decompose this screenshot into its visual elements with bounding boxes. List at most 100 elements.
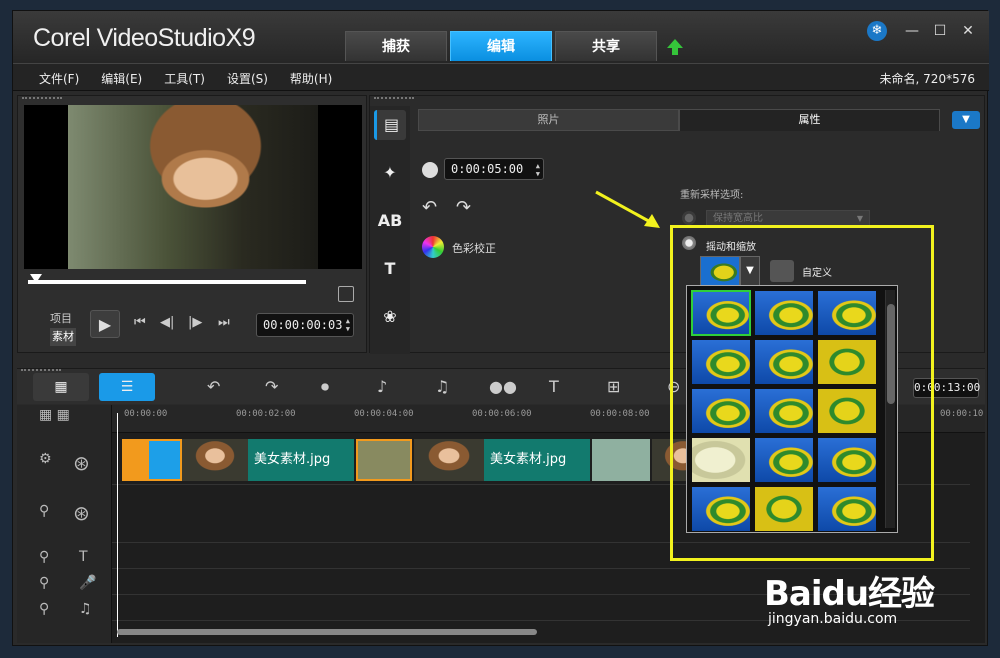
menu-tools[interactable]: 工具(T) bbox=[164, 70, 205, 87]
rotate-right-icon[interactable]: ↷ bbox=[456, 197, 471, 218]
preset-thumbnail[interactable] bbox=[691, 388, 751, 434]
preset-thumbnail[interactable] bbox=[817, 486, 877, 532]
photo-clip[interactable] bbox=[414, 439, 484, 481]
title-bar: Corel VideoStudioX9 捕获 编辑 共享 ❄ — ☐ ✕ bbox=[13, 11, 989, 63]
subtitle-editor-icon[interactable]: T bbox=[549, 377, 559, 396]
preset-thumbnail[interactable] bbox=[817, 290, 877, 336]
preset-thumbnail[interactable] bbox=[754, 388, 814, 434]
transition-icon[interactable]: AB bbox=[374, 206, 406, 236]
preset-thumbnail[interactable] bbox=[754, 339, 814, 385]
go-start-icon[interactable]: ⏮ bbox=[134, 315, 146, 330]
undo-icon[interactable]: ↶ bbox=[207, 377, 220, 396]
timecode-spinner-icon[interactable]: ▲ ▼ bbox=[346, 317, 350, 333]
upload-arrow-icon[interactable] bbox=[665, 37, 685, 57]
preset-scrollbar[interactable] bbox=[885, 290, 895, 528]
track-headers: ▦ ▦ ⚙ ⊛ ⚲ ⊛ ⚲ T ⚲ 🎤 ⚲ ♫ bbox=[17, 405, 112, 643]
menu-items: 文件(F) 编辑(E) 工具(T) 设置(S) 帮助(H) bbox=[39, 70, 332, 87]
photo-clip[interactable] bbox=[182, 439, 248, 481]
expand-preview-icon[interactable] bbox=[338, 286, 354, 302]
preset-thumbnail[interactable] bbox=[754, 437, 814, 483]
preset-dropdown-icon[interactable]: ▼ bbox=[740, 256, 760, 286]
scrub-bar[interactable] bbox=[28, 280, 306, 284]
preset-thumbnail[interactable] bbox=[817, 437, 877, 483]
scrollbar-thumb[interactable] bbox=[887, 304, 895, 404]
snowflake-icon[interactable]: ❄ bbox=[867, 21, 887, 41]
go-end-icon[interactable]: ⏭ bbox=[218, 315, 230, 330]
storyboard-view-icon[interactable]: ▦ bbox=[33, 373, 89, 401]
play-button[interactable]: ▶ bbox=[90, 310, 120, 338]
minimize-icon[interactable]: — bbox=[903, 22, 921, 40]
video-track-icon[interactable]: ⚙ bbox=[39, 451, 52, 467]
timeline-scrollbar[interactable] bbox=[117, 629, 537, 635]
maximize-icon[interactable]: ☐ bbox=[931, 22, 949, 40]
menu-settings[interactable]: 设置(S) bbox=[227, 70, 268, 87]
preset-thumbnail[interactable] bbox=[691, 339, 751, 385]
panel-grip[interactable] bbox=[374, 97, 414, 101]
preset-thumbnail[interactable] bbox=[754, 290, 814, 336]
voice-track-icon: 🎤 bbox=[79, 575, 97, 591]
preset-thumbnail[interactable] bbox=[691, 437, 751, 483]
preset-thumbnail[interactable] bbox=[817, 388, 877, 434]
clip-label[interactable]: 美女素材.jpg bbox=[248, 439, 354, 481]
preset-thumbnail[interactable] bbox=[754, 486, 814, 532]
project-mode-label[interactable]: 项目 bbox=[50, 310, 76, 328]
rotate-left-icon[interactable]: ↶ bbox=[422, 197, 437, 218]
project-duration[interactable]: 0:00:13:00 bbox=[913, 378, 980, 398]
film-reel-icon: ⊛ bbox=[73, 451, 90, 475]
pan-zoom-label[interactable]: 摇动和缩放 bbox=[706, 238, 756, 253]
overlay-track-lock-icon[interactable]: ⚲ bbox=[39, 503, 49, 519]
menu-file[interactable]: 文件(F) bbox=[39, 70, 79, 87]
zoom-out-icon[interactable]: ⊖ bbox=[667, 377, 680, 396]
menu-edit[interactable]: 编辑(E) bbox=[101, 70, 142, 87]
clock-icon bbox=[422, 162, 438, 178]
preset-thumbnail[interactable] bbox=[691, 486, 751, 532]
timeline-view-icon[interactable]: ☰ bbox=[99, 373, 155, 401]
graphic-icon[interactable]: ❀ bbox=[374, 302, 406, 332]
playhead[interactable] bbox=[117, 413, 118, 637]
transition-clip[interactable] bbox=[356, 439, 412, 481]
tab-capture[interactable]: 捕获 bbox=[345, 31, 447, 61]
music-track-lock-icon[interactable]: ⚲ bbox=[39, 601, 49, 617]
color-correction-icon[interactable] bbox=[422, 236, 444, 258]
title-icon[interactable]: T bbox=[374, 254, 406, 284]
tab-photo[interactable]: 照片 bbox=[418, 109, 679, 131]
keep-aspect-radio[interactable] bbox=[682, 211, 696, 225]
duration-spinner-icon[interactable]: ▲ ▼ bbox=[536, 162, 540, 178]
record-capture-icon[interactable]: ⏺ bbox=[321, 377, 329, 397]
pan-zoom-preset-thumb[interactable] bbox=[700, 256, 740, 286]
media-icon[interactable]: ▤ bbox=[374, 110, 406, 140]
clip-mode-label[interactable]: 素材 bbox=[50, 328, 76, 346]
redo-icon[interactable]: ↷ bbox=[265, 377, 278, 396]
color-correction-label[interactable]: 色彩校正 bbox=[452, 240, 496, 256]
multi-camera-icon[interactable]: ⊞ bbox=[607, 377, 620, 396]
track-manager-icon[interactable]: ▦ ▦ bbox=[39, 407, 70, 423]
preview-timecode[interactable]: 00:00:00:03 ▲ ▼ bbox=[256, 313, 354, 337]
voice-track-lock-icon[interactable]: ⚲ bbox=[39, 575, 49, 591]
duration-field[interactable]: 0:00:05:00 ▲ ▼ bbox=[444, 158, 544, 180]
instant-project-icon[interactable]: ✦ bbox=[374, 158, 406, 188]
prev-frame-icon[interactable]: ◀| bbox=[160, 315, 174, 330]
next-frame-icon[interactable]: |▶ bbox=[188, 315, 202, 330]
menu-help[interactable]: 帮助(H) bbox=[290, 70, 332, 87]
custom-label[interactable]: 自定义 bbox=[802, 264, 832, 279]
pan-zoom-preset-popup bbox=[686, 285, 898, 533]
chevron-down-icon[interactable]: ▼ bbox=[952, 111, 980, 129]
preset-thumbnail[interactable] bbox=[817, 339, 877, 385]
transition-clip[interactable] bbox=[122, 439, 182, 481]
chevron-down-icon: ▼ bbox=[856, 214, 863, 223]
auto-music-icon[interactable]: ♫ bbox=[435, 377, 449, 396]
close-icon[interactable]: ✕ bbox=[959, 22, 977, 40]
clip-label[interactable]: 美女素材.jpg bbox=[484, 439, 590, 481]
keep-aspect-select[interactable]: 保持宽高比 ▼ bbox=[706, 210, 870, 228]
sound-mixer-icon[interactable]: ♪ bbox=[377, 377, 387, 396]
tab-share[interactable]: 共享 bbox=[555, 31, 657, 61]
pan-zoom-radio[interactable] bbox=[682, 236, 696, 250]
panel-grip[interactable] bbox=[22, 97, 62, 101]
custom-camera-icon[interactable] bbox=[770, 260, 794, 282]
transition-clip[interactable] bbox=[592, 439, 650, 481]
tab-edit[interactable]: 编辑 bbox=[450, 31, 552, 61]
title-track-lock-icon[interactable]: ⚲ bbox=[39, 549, 49, 565]
tab-attributes[interactable]: 属性 bbox=[679, 109, 940, 131]
motion-tracking-icon[interactable]: ●● bbox=[489, 377, 517, 396]
preset-thumbnail[interactable] bbox=[691, 290, 751, 336]
